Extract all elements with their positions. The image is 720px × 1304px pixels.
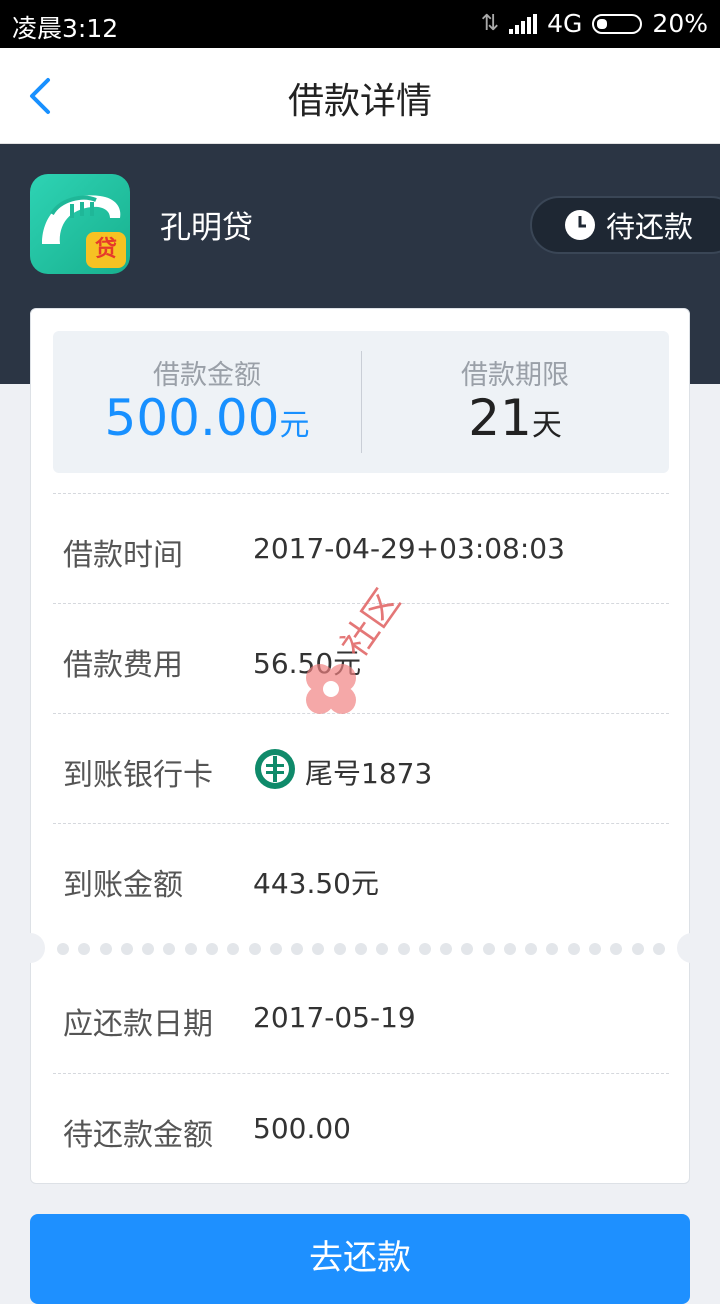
bank-card-tail: 尾号1873: [305, 757, 433, 790]
detail-label: 待还款金额: [63, 1118, 213, 1153]
bank-card-value: 尾号1873: [253, 749, 433, 792]
battery-icon: [592, 13, 643, 34]
repay-button[interactable]: 去还款: [30, 1214, 690, 1304]
detail-value: 2017-04-29+03:08:03: [253, 532, 565, 565]
detail-label: 到账银行卡: [63, 758, 213, 793]
detail-label: 借款费用: [63, 648, 183, 683]
detail-row-bank-card: 到账银行卡 尾号1873: [53, 713, 669, 823]
detail-value: 56.50元: [253, 647, 362, 680]
detail-row-loan-time: 借款时间 2017-04-29+03:08:03: [53, 493, 669, 603]
status-time: 凌晨3:12: [12, 14, 119, 43]
detail-row-outstanding-amount: 待还款金额 500.00: [53, 1073, 669, 1183]
loan-amount-block: 借款金额 500.00元: [53, 331, 361, 473]
loan-status-badge: 待还款: [530, 196, 720, 254]
perforation-notch-left: [15, 933, 45, 963]
detail-row-received-amount: 到账金额 443.50元: [53, 823, 669, 933]
ticket-perforation: [15, 933, 707, 963]
battery-level: 20%: [652, 9, 708, 38]
app-logo: 贷: [30, 174, 130, 274]
loan-amount-label: 借款金额: [153, 360, 261, 391]
detail-value: 2017-05-19: [253, 1001, 416, 1034]
detail-label: 到账金额: [63, 868, 183, 903]
loan-amount-number: 500.00: [104, 389, 280, 447]
loan-term-block: 借款期限 21天: [361, 331, 669, 473]
detail-label: 应还款日期: [63, 1007, 213, 1042]
loan-term-value: 21天: [361, 389, 669, 447]
signal-icon: [509, 13, 538, 34]
data-arrows-icon: ⇅: [480, 11, 500, 36]
perforation-notch-right: [677, 933, 707, 963]
perforation-dots: [57, 943, 665, 955]
loan-amount-value: 500.00元: [53, 389, 361, 447]
loan-term-number: 21: [468, 389, 532, 447]
loan-status-text: 待还款: [606, 210, 694, 244]
loan-term-label: 借款期限: [461, 360, 569, 391]
loan-summary: 借款金额 500.00元 借款期限 21天: [53, 331, 669, 473]
network-type: 4G: [547, 9, 583, 38]
detail-row-due-date: 应还款日期 2017-05-19: [53, 963, 669, 1073]
bank-logo-icon: [255, 749, 295, 789]
loan-amount-unit: 元: [279, 408, 310, 443]
detail-label: 借款时间: [63, 538, 183, 573]
status-bar: 凌晨3:12 ⇅ 4G 20%: [0, 0, 720, 48]
page-title: 借款详情: [287, 81, 432, 122]
logo-badge: 贷: [86, 232, 126, 268]
status-icons: ⇅ 4G 20%: [481, 9, 708, 38]
detail-row-loan-fee: 借款费用 56.50元: [53, 603, 669, 713]
loan-detail-card: 借款金额 500.00元 借款期限 21天 借款时间 2017-04-29+03…: [15, 308, 707, 1184]
detail-value: 500.00: [253, 1112, 351, 1145]
lender-name: 孔明贷: [160, 210, 253, 246]
clock-icon: [565, 210, 595, 240]
loan-term-unit: 天: [531, 408, 562, 443]
detail-value: 443.50元: [253, 867, 379, 900]
navigation-bar: 借款详情: [0, 48, 720, 144]
